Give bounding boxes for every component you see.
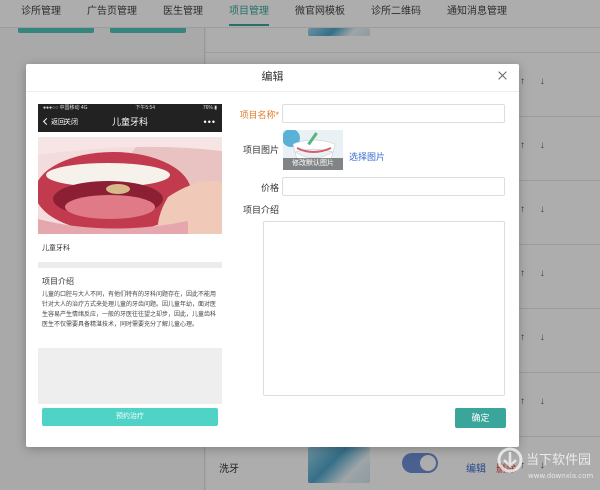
modal-title: 编辑 [261,71,284,83]
phone-title-bar: 返回 关闭 儿童牙科 ••• [38,113,222,132]
preview-intro-title: 项目介绍 [42,277,74,286]
project-image-thumbnail[interactable]: 修改默认图片 [283,130,343,170]
battery-text: 76% ▮ [202,105,217,111]
select-image-link[interactable]: 选择图片 [349,150,385,163]
price-input[interactable] [282,177,505,196]
modal-header: 编辑 [26,64,519,92]
preview-empty-area [38,348,222,404]
project-photo [38,137,222,234]
close-icon[interactable] [495,68,511,84]
preview-separator [38,262,222,268]
preview-item-name: 儿童牙科 [42,245,70,252]
preview-intro-text: 儿童的口腔与大人不同，有他们特有的牙科问题存在，因此不能用针对大人的治疗方式来处… [42,292,217,328]
phone-page-title: 儿童牙科 [111,117,148,127]
watermark-logo-icon: 当下软件园 www.downxia.com [497,447,593,480]
mouth-illustration [38,137,222,234]
watermark-url: www.downxia.com [528,472,593,480]
price-label: 价格 [260,183,279,193]
carrier-text: ●●●○○ 中国移动 4G [43,105,88,111]
project-name-input[interactable] [282,104,505,123]
phone-status-bar: ●●●○○ 中国移动 4G 下午5:54 76% ▮ [38,104,222,113]
more-icon[interactable]: ••• [204,113,216,132]
phone-preview: ●●●○○ 中国移动 4G 下午5:54 76% ▮ 返回 关闭 儿童牙科 ••… [38,104,222,431]
edit-modal: 编辑 ●●●○○ 中国移动 4G 下午5:54 76% ▮ 返回 关闭 儿童牙科… [26,64,519,447]
site-watermark: 当下软件园 www.downxia.com [496,440,596,486]
intro-textarea[interactable] [263,221,505,396]
time-text: 下午5:54 [135,105,156,111]
project-image-label: 项目图片 [242,145,279,155]
intro-label: 项目介绍 [242,205,279,215]
change-default-image-overlay: 修改默认图片 [283,158,343,170]
project-name-label: 项目名称* [239,110,279,120]
book-treatment-button[interactable]: 预约治疗 [42,408,218,426]
confirm-button[interactable]: 确定 [455,408,506,428]
watermark-site-name: 当下软件园 [526,453,591,468]
